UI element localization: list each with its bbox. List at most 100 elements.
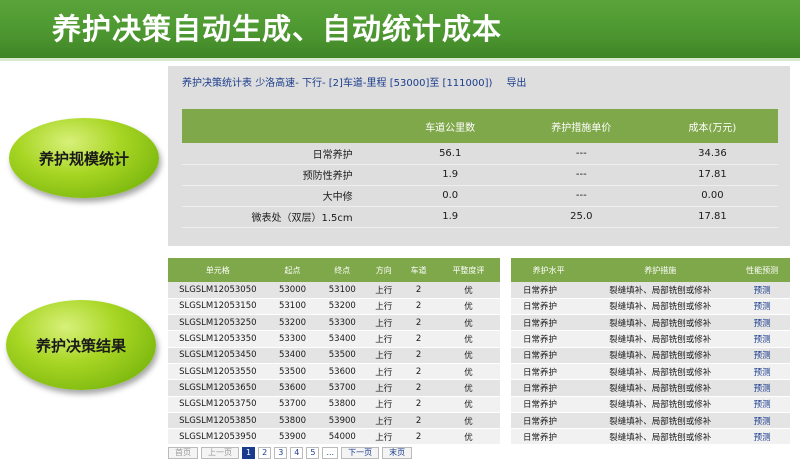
page-2-button[interactable]: 2 — [258, 447, 272, 459]
cell-maintenance-measure: 裂缝填补、局部铣刨或修补 — [586, 347, 735, 364]
result-measure-row: 日常养护 裂缝填补、局部铣刨或修补 预测 — [511, 363, 790, 381]
scale-stats-label: 养护规模统计 — [38, 149, 129, 168]
cell-start: 53700 — [267, 396, 318, 413]
result-measure-row: 日常养护 裂缝填补、局部铣刨或修补 预测 — [511, 379, 790, 397]
predict-link[interactable]: 预测 — [734, 412, 790, 430]
predict-link[interactable]: 预测 — [734, 330, 790, 348]
cell-maintenance-level: 日常养护 — [511, 396, 587, 413]
result-row[interactable]: SLGSLM12053050 53000 53100 上行 2 优 — [168, 282, 500, 299]
stats-row-name: 日常养护 — [182, 143, 385, 165]
stats-row-cost: 17.81 — [646, 206, 778, 228]
cell-maintenance-measure: 裂缝填补、局部铣刨或修补 — [586, 396, 735, 413]
cell-maintenance-measure: 裂缝填补、局部铣刨或修补 — [586, 298, 735, 316]
page-4-button[interactable]: 4 — [290, 447, 304, 459]
predict-link[interactable]: 预测 — [734, 298, 790, 316]
page-3-button[interactable]: 3 — [274, 447, 288, 459]
cell-grade: 优 — [436, 347, 500, 364]
cell-maintenance-measure: 裂缝填补、局部铣刨或修补 — [586, 363, 735, 381]
cell-end: 53800 — [317, 396, 368, 413]
results-left-panel: 单元格 起点 终点 方向 车道 平整度评 SLGSLM12053050 53000… — [168, 258, 500, 446]
result-row[interactable]: SLGSLM12053950 53900 54000 上行 2 优 — [168, 428, 500, 446]
col-performance-prediction[interactable]: 性能预测 — [734, 258, 790, 282]
last-page-button[interactable]: 末页 — [382, 447, 413, 459]
prev-page-button[interactable]: 上一页 — [201, 447, 239, 459]
results-right-panel: 养护水平 养护措施 性能预测 日常养护 裂缝填补、局部铣刨或修补 预测 日常养护 裂缝填… — [511, 258, 790, 446]
result-row[interactable]: SLGSLM12053150 53100 53200 上行 2 优 — [168, 298, 500, 316]
cell-maintenance-measure: 裂缝填补、局部铣刨或修补 — [586, 330, 735, 348]
next-page-button[interactable]: 下一页 — [341, 447, 380, 459]
results-left-table: 单元格 起点 终点 方向 车道 平整度评 SLGSLM12053050 53000… — [168, 258, 500, 446]
col-lane[interactable]: 车道 — [400, 258, 437, 282]
result-row[interactable]: SLGSLM12053750 53700 53800 上行 2 优 — [168, 396, 500, 413]
mileage-label: 车道-里程 — [342, 78, 390, 89]
cell-direction: 上行 — [367, 298, 401, 316]
banner-divider — [0, 58, 800, 61]
results-right-header-row: 养护水平 养护措施 性能预测 — [511, 258, 790, 282]
cell-maintenance-measure: 裂缝填补、局部铣刨或修补 — [586, 282, 735, 299]
first-page-button[interactable]: 首页 — [168, 447, 198, 459]
stats-row: 微表处（双层）1.5cm 1.9 25.0 17.81 — [182, 206, 778, 228]
result-row[interactable]: SLGSLM12053350 53300 53400 上行 2 优 — [168, 330, 500, 348]
cell-direction: 上行 — [367, 379, 401, 397]
stats-panel: 养护决策统计表 少洛高速- 下行- [2]车道-里程 [53000]至 [111… — [168, 66, 790, 246]
cell-lane: 2 — [400, 282, 437, 299]
col-smoothness[interactable]: 平整度评 — [436, 258, 500, 282]
result-measure-row: 日常养护 裂缝填补、局部铣刨或修补 预测 — [511, 282, 790, 299]
cell-unit: SLGSLM12053350 — [168, 330, 268, 348]
cell-unit: SLGSLM12053250 — [168, 314, 268, 332]
cell-end: 53500 — [317, 347, 368, 364]
stats-row-name: 微表处（双层）1.5cm — [182, 206, 385, 228]
predict-link[interactable]: 预测 — [734, 363, 790, 381]
cell-start: 53200 — [267, 314, 318, 332]
lane-value: [2] — [328, 78, 343, 89]
cell-maintenance-measure: 裂缝填补、局部铣刨或修补 — [586, 428, 735, 446]
cell-unit: SLGSLM12053950 — [168, 428, 268, 446]
cell-start: 53300 — [267, 330, 318, 348]
predict-link[interactable]: 预测 — [734, 396, 790, 413]
col-end[interactable]: 终点 — [317, 258, 368, 282]
stats-col-name — [182, 109, 385, 143]
stats-row-km: 1.9 — [384, 206, 516, 228]
result-row[interactable]: SLGSLM12053250 53200 53300 上行 2 优 — [168, 314, 500, 332]
cell-end: 53300 — [317, 314, 368, 332]
col-start[interactable]: 起点 — [267, 258, 318, 282]
export-link[interactable]: 导出 — [506, 78, 526, 89]
predict-link[interactable]: 预测 — [734, 282, 790, 299]
result-measure-row: 日常养护 裂缝填补、局部铣刨或修补 预测 — [511, 412, 790, 430]
predict-link[interactable]: 预测 — [734, 314, 790, 332]
col-unit[interactable]: 单元格 — [168, 258, 268, 282]
result-measure-row: 日常养护 裂缝填补、局部铣刨或修补 预测 — [511, 396, 790, 413]
cell-maintenance-measure: 裂缝填补、局部铣刨或修补 — [586, 379, 735, 397]
stats-row-cost: 0.00 — [646, 185, 778, 207]
cell-maintenance-measure: 裂缝填补、局部铣刨或修补 — [586, 412, 735, 430]
result-measure-row: 日常养护 裂缝填补、局部铣刨或修补 预测 — [511, 330, 790, 348]
predict-link[interactable]: 预测 — [734, 379, 790, 397]
cell-maintenance-level: 日常养护 — [511, 379, 587, 397]
cell-start: 53400 — [267, 347, 318, 364]
result-row[interactable]: SLGSLM12053650 53600 53700 上行 2 优 — [168, 379, 500, 397]
stats-row: 大中修 0.0 --- 0.00 — [182, 185, 778, 207]
results-left-header-row: 单元格 起点 终点 方向 车道 平整度评 — [168, 258, 500, 282]
col-maintenance-measure[interactable]: 养护措施 — [586, 258, 735, 282]
result-row[interactable]: SLGSLM12053450 53400 53500 上行 2 优 — [168, 347, 500, 364]
road-name: 少洛高速 — [255, 78, 296, 89]
cell-end: 53700 — [317, 379, 368, 397]
predict-link[interactable]: 预测 — [734, 428, 790, 446]
page-5-button[interactable]: 5 — [306, 447, 320, 459]
cell-end: 53600 — [317, 363, 368, 381]
cell-end: 53100 — [317, 282, 368, 299]
cell-unit: SLGSLM12053450 — [168, 347, 268, 364]
page-title: 养护决策自动生成、自动统计成本 — [52, 12, 503, 46]
result-row[interactable]: SLGSLM12053550 53500 53600 上行 2 优 — [168, 363, 500, 381]
col-maintenance-level[interactable]: 养护水平 — [511, 258, 587, 282]
predict-link[interactable]: 预测 — [734, 347, 790, 364]
stats-row-price: --- — [515, 143, 647, 165]
page-ellipsis[interactable]: ... — [322, 447, 339, 459]
start-mileage: [53000] — [389, 78, 430, 89]
cell-grade: 优 — [436, 298, 500, 316]
result-row[interactable]: SLGSLM12053850 53800 53900 上行 2 优 — [168, 412, 500, 430]
cell-start: 53900 — [267, 428, 318, 446]
page-1-button[interactable]: 1 — [242, 447, 256, 459]
decision-results-label: 养护决策结果 — [35, 336, 126, 355]
col-direction[interactable]: 方向 — [367, 258, 401, 282]
